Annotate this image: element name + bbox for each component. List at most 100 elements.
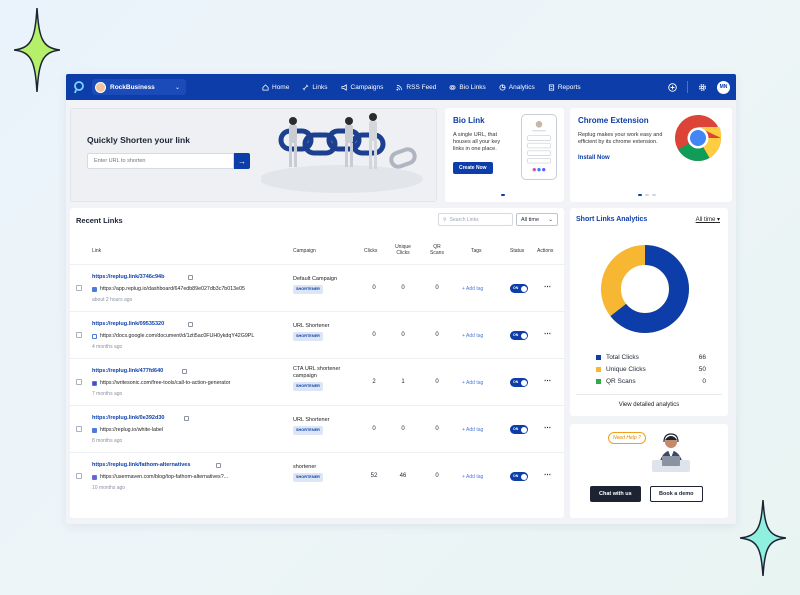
col-unique-clicks: Unique Clicks bbox=[395, 244, 411, 256]
nav-rss-feed[interactable]: RSS Feed bbox=[396, 84, 436, 91]
campaign-cell: CTA URL shortener campaign SHORTENER bbox=[293, 366, 353, 391]
analytics-time-filter[interactable]: All time ▾ bbox=[696, 216, 720, 223]
status-toggle[interactable]: ON bbox=[510, 425, 528, 434]
destination-url: https://replug.io/white-label bbox=[92, 427, 163, 433]
more-actions-icon[interactable]: ⋯ bbox=[544, 471, 552, 479]
time-filter-dropdown[interactable]: All time ⌄ bbox=[516, 213, 558, 226]
clicks-count: 2 bbox=[372, 379, 376, 385]
favicon-icon bbox=[92, 427, 97, 433]
add-circle-icon[interactable] bbox=[668, 82, 677, 92]
col-status: Status bbox=[510, 248, 525, 254]
caret-down-icon: ▾ bbox=[716, 217, 720, 223]
short-url-link[interactable]: https://replug.link/0e392d30 bbox=[92, 415, 164, 421]
nav-links[interactable]: Links bbox=[302, 84, 328, 91]
toggle-knob bbox=[520, 285, 527, 292]
short-url-link[interactable]: https://replug.link/09535320 bbox=[92, 321, 164, 327]
row-checkbox[interactable] bbox=[76, 379, 82, 385]
copy-icon[interactable] bbox=[182, 369, 187, 374]
install-now-link[interactable]: Install Now bbox=[578, 155, 610, 161]
workspace-avatar bbox=[95, 81, 106, 93]
table-row: https://replug.link/3746c94b https://app.… bbox=[70, 264, 564, 311]
workspace-selector[interactable]: RockBusiness ⌄ bbox=[92, 79, 186, 95]
add-tag-button[interactable]: + Add tag bbox=[462, 380, 483, 386]
sparkle-decoration bbox=[14, 8, 60, 92]
short-url-link[interactable]: https://replug.link/3746c94b bbox=[92, 274, 164, 280]
destination-url: https://usermaven.com/blog/top-fathom-al… bbox=[92, 474, 228, 480]
search-placeholder: Search Links bbox=[449, 216, 479, 223]
nav-bio-links[interactable]: Bio Links bbox=[449, 84, 486, 91]
status-toggle[interactable]: ON bbox=[510, 378, 528, 387]
nav-label: Home bbox=[272, 83, 290, 91]
bio-link-icon bbox=[449, 84, 456, 90]
user-avatar[interactable]: MN bbox=[717, 80, 730, 94]
nav-analytics[interactable]: Analytics bbox=[499, 84, 535, 91]
copy-icon[interactable] bbox=[188, 322, 193, 327]
row-checkbox[interactable] bbox=[76, 473, 82, 479]
toggle-label: ON bbox=[513, 286, 519, 290]
more-actions-icon[interactable]: ⋯ bbox=[544, 377, 552, 385]
short-url-link[interactable]: https://replug.link/fathom-alternatives bbox=[92, 462, 190, 468]
toggle-knob bbox=[520, 379, 527, 386]
more-actions-icon[interactable]: ⋯ bbox=[544, 330, 552, 338]
replug-logo-icon[interactable] bbox=[72, 80, 86, 94]
chain-people-illustration bbox=[261, 113, 423, 193]
nav-reports[interactable]: Reports bbox=[548, 84, 581, 91]
status-toggle[interactable]: ON bbox=[510, 331, 528, 340]
row-checkbox[interactable] bbox=[76, 285, 82, 291]
chevron-down-icon: ⌄ bbox=[548, 216, 553, 223]
add-tag-button[interactable]: + Add tag bbox=[462, 427, 483, 433]
search-links-input[interactable]: ⚲ Search Links bbox=[438, 213, 513, 226]
created-time: 8 months ago bbox=[92, 438, 123, 444]
more-actions-icon[interactable]: ⋯ bbox=[544, 283, 552, 291]
add-tag-button[interactable]: + Add tag bbox=[462, 333, 483, 339]
bio-link-card: Bio Link A single URL, that houses all y… bbox=[445, 108, 564, 202]
rss-icon bbox=[396, 84, 403, 90]
qr-scans-count: 0 bbox=[435, 426, 439, 432]
copy-icon[interactable] bbox=[184, 416, 189, 421]
copy-icon[interactable] bbox=[188, 275, 193, 280]
more-actions-icon[interactable]: ⋯ bbox=[544, 424, 552, 432]
favicon-icon bbox=[92, 380, 97, 386]
copy-icon[interactable] bbox=[216, 463, 221, 468]
row-checkbox[interactable] bbox=[76, 426, 82, 432]
favicon-icon bbox=[92, 286, 97, 292]
chat-with-us-button[interactable]: Chat with us bbox=[590, 486, 641, 502]
top-navbar: RockBusiness ⌄ Home Links Campaigns RSS … bbox=[66, 74, 736, 100]
gear-icon[interactable] bbox=[698, 83, 707, 92]
nav-campaigns[interactable]: Campaigns bbox=[341, 83, 383, 91]
campaign-type-badge: SHORTENER bbox=[293, 426, 323, 435]
chrome-extension-card: Chrome Extension Replug makes your work … bbox=[570, 108, 732, 202]
status-toggle[interactable]: ON bbox=[510, 472, 528, 481]
table-row: https://replug.link/0e392d30 https://repl… bbox=[70, 405, 564, 452]
megaphone-icon bbox=[341, 83, 347, 91]
shorten-url-input[interactable] bbox=[87, 153, 234, 169]
table-row: https://replug.link/477fd640 https://writ… bbox=[70, 358, 564, 405]
legend-value: 66 bbox=[698, 354, 706, 361]
campaign-type-badge: SHORTENER bbox=[293, 382, 323, 391]
view-detailed-analytics-link[interactable]: View detailed analytics bbox=[570, 402, 728, 408]
divider bbox=[576, 394, 722, 395]
nav-home[interactable]: Home bbox=[262, 84, 289, 91]
shorten-submit-button[interactable]: → bbox=[234, 153, 250, 169]
short-url-link[interactable]: https://replug.link/477fd640 bbox=[92, 368, 163, 374]
add-tag-button[interactable]: + Add tag bbox=[462, 286, 483, 292]
status-toggle[interactable]: ON bbox=[510, 284, 528, 293]
toggle-knob bbox=[520, 332, 527, 339]
book-a-demo-button[interactable]: Book a demo bbox=[650, 486, 703, 502]
clicks-count: 0 bbox=[372, 285, 376, 291]
carousel-dots[interactable] bbox=[638, 194, 656, 196]
arrow-right-icon: → bbox=[238, 156, 246, 166]
qr-scans-count: 0 bbox=[435, 285, 439, 291]
toggle-label: ON bbox=[513, 427, 519, 431]
carousel-dots[interactable] bbox=[501, 194, 505, 196]
legend-qr-scans: QR Scans 0 bbox=[596, 378, 706, 385]
col-link: Link bbox=[92, 248, 102, 254]
short-links-analytics-card: Short Links Analytics All time ▾ Total C… bbox=[570, 208, 728, 416]
create-now-button[interactable]: Create Now bbox=[453, 162, 493, 174]
legend-swatch bbox=[596, 355, 601, 360]
unique-clicks-count: 0 bbox=[401, 332, 405, 338]
row-checkbox[interactable] bbox=[76, 332, 82, 338]
legend-label: Unique Clicks bbox=[606, 366, 646, 373]
destination-url-text: https://replug.io/white-label bbox=[100, 427, 164, 433]
add-tag-button[interactable]: + Add tag bbox=[462, 474, 483, 480]
